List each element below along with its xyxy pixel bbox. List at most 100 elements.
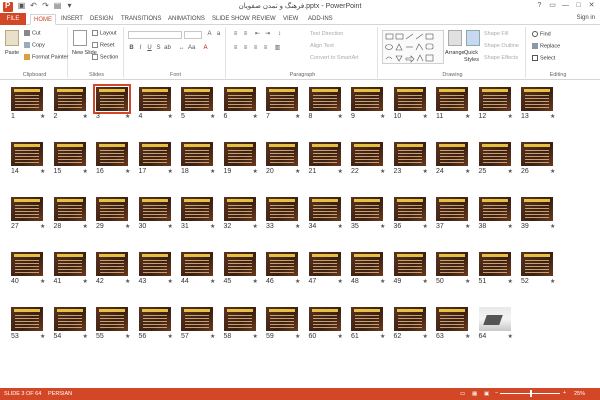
align-center-icon[interactable]: ≡ bbox=[242, 45, 249, 52]
maximize-icon[interactable]: □ bbox=[572, 0, 585, 12]
align-left-icon[interactable]: ≡ bbox=[232, 45, 239, 52]
slide-transition-star-icon[interactable]: ★ bbox=[423, 333, 428, 340]
slide-thumbnail[interactable] bbox=[223, 87, 256, 111]
slide-transition-star-icon[interactable]: ★ bbox=[210, 113, 215, 120]
slide-thumbnail[interactable] bbox=[308, 252, 341, 276]
find-button[interactable]: Find bbox=[532, 31, 551, 37]
slide-thumbnail[interactable] bbox=[181, 87, 213, 111]
section-button[interactable]: Section bbox=[92, 54, 118, 60]
slide-transition-star-icon[interactable]: ★ bbox=[40, 278, 45, 285]
layout-button[interactable]: Layout bbox=[92, 30, 117, 36]
slide-thumbnail[interactable] bbox=[478, 87, 511, 111]
slide-thumbnail[interactable] bbox=[93, 84, 131, 114]
increase-font-icon[interactable]: A bbox=[206, 31, 213, 38]
sign-in-link[interactable]: Sign in bbox=[577, 15, 595, 21]
shape-effects-button[interactable]: Shape Effects bbox=[484, 55, 518, 61]
slide-thumbnail[interactable] bbox=[53, 307, 86, 331]
slide-thumbnail[interactable] bbox=[11, 87, 43, 111]
slide-transition-star-icon[interactable]: ★ bbox=[295, 113, 300, 120]
quick-styles-button[interactable]: Quick Styles bbox=[464, 50, 486, 64]
slide-thumbnail[interactable] bbox=[308, 307, 341, 331]
slide-thumbnail[interactable] bbox=[138, 307, 171, 331]
slide-thumbnail[interactable] bbox=[351, 87, 383, 111]
slide-thumbnail[interactable] bbox=[393, 252, 426, 276]
tab-insert[interactable]: INSERT bbox=[61, 14, 83, 25]
slide-thumbnail[interactable] bbox=[266, 87, 298, 111]
slide-transition-star-icon[interactable]: ★ bbox=[210, 223, 215, 230]
slide-transition-star-icon[interactable]: ★ bbox=[253, 278, 258, 285]
slide-transition-star-icon[interactable]: ★ bbox=[40, 168, 45, 175]
slide-transition-star-icon[interactable]: ★ bbox=[423, 168, 428, 175]
slide-thumbnail[interactable] bbox=[96, 307, 128, 331]
justify-icon[interactable]: ≡ bbox=[262, 45, 269, 52]
slide-thumbnail[interactable] bbox=[181, 252, 213, 276]
slide-counter[interactable]: SLIDE 3 OF 64 bbox=[4, 391, 41, 397]
slide-thumbnail[interactable] bbox=[181, 142, 213, 166]
line-spacing-icon[interactable]: ↕ bbox=[276, 31, 283, 38]
slide-transition-star-icon[interactable]: ★ bbox=[168, 223, 173, 230]
slide-transition-star-icon[interactable]: ★ bbox=[338, 333, 343, 340]
tab-add-ins[interactable]: ADD-INS bbox=[308, 14, 333, 25]
slide-thumbnail[interactable] bbox=[138, 87, 171, 111]
tab-file[interactable]: FILE bbox=[0, 13, 26, 25]
slide-transition-star-icon[interactable]: ★ bbox=[295, 333, 300, 340]
slide-transition-star-icon[interactable]: ★ bbox=[253, 168, 258, 175]
slide-thumbnail[interactable] bbox=[351, 307, 383, 331]
char-spacing-icon[interactable]: ↔ bbox=[178, 45, 185, 52]
slide-transition-star-icon[interactable]: ★ bbox=[83, 333, 88, 340]
slide-transition-star-icon[interactable]: ★ bbox=[465, 278, 470, 285]
underline-icon[interactable]: U bbox=[146, 45, 153, 52]
slide-transition-star-icon[interactable]: ★ bbox=[125, 278, 130, 285]
slide-sorter-view-icon[interactable]: ▦ bbox=[472, 391, 477, 397]
paste-button[interactable]: Paste bbox=[5, 50, 19, 56]
slide-thumbnail[interactable] bbox=[96, 252, 128, 276]
slide-thumbnail[interactable] bbox=[53, 142, 86, 166]
slide-thumbnail[interactable] bbox=[138, 252, 171, 276]
normal-view-icon[interactable]: ▭ bbox=[460, 391, 465, 397]
slide-transition-star-icon[interactable]: ★ bbox=[508, 168, 513, 175]
paste-icon[interactable] bbox=[5, 30, 19, 46]
slide-thumbnail[interactable] bbox=[308, 197, 341, 221]
shape-fill-button[interactable]: Shape Fill bbox=[484, 31, 508, 37]
tab-slide-show[interactable]: SLIDE SHOW bbox=[212, 14, 250, 25]
close-icon[interactable]: ✕ bbox=[585, 0, 598, 12]
font-color-icon[interactable]: A bbox=[202, 45, 209, 52]
slide-transition-star-icon[interactable]: ★ bbox=[210, 168, 215, 175]
slide-transition-star-icon[interactable]: ★ bbox=[125, 168, 130, 175]
slide-thumbnail[interactable] bbox=[223, 142, 256, 166]
slide-transition-star-icon[interactable]: ★ bbox=[210, 333, 215, 340]
zoom-in-icon[interactable]: + bbox=[563, 390, 566, 396]
tab-animations[interactable]: ANIMATIONS bbox=[168, 14, 205, 25]
slide-thumbnail[interactable] bbox=[11, 307, 43, 331]
slide-thumbnail[interactable] bbox=[351, 252, 383, 276]
slide-transition-star-icon[interactable]: ★ bbox=[295, 223, 300, 230]
slide-transition-star-icon[interactable]: ★ bbox=[380, 223, 385, 230]
slide-transition-star-icon[interactable]: ★ bbox=[380, 333, 385, 340]
slide-thumbnail[interactable] bbox=[478, 197, 511, 221]
cut-button[interactable]: Cut bbox=[24, 30, 41, 36]
slide-thumbnail[interactable] bbox=[308, 87, 341, 111]
slide-transition-star-icon[interactable]: ★ bbox=[338, 168, 343, 175]
slide-thumbnail[interactable] bbox=[521, 252, 553, 276]
zoom-out-icon[interactable]: − bbox=[495, 390, 498, 396]
decrease-font-icon[interactable]: a bbox=[215, 31, 222, 38]
slide-thumbnail[interactable] bbox=[53, 197, 86, 221]
decrease-indent-icon[interactable]: ⇤ bbox=[254, 31, 261, 38]
slide-thumbnail[interactable] bbox=[138, 142, 171, 166]
slide-transition-star-icon[interactable]: ★ bbox=[380, 168, 385, 175]
columns-icon[interactable]: ▥ bbox=[274, 45, 281, 52]
slide-transition-star-icon[interactable]: ★ bbox=[125, 113, 130, 120]
slide-transition-star-icon[interactable]: ★ bbox=[550, 278, 555, 285]
copy-button[interactable]: Copy bbox=[24, 42, 45, 48]
slide-thumbnail[interactable] bbox=[393, 87, 426, 111]
slide-transition-star-icon[interactable]: ★ bbox=[83, 113, 88, 120]
slide-transition-star-icon[interactable]: ★ bbox=[423, 113, 428, 120]
bold-icon[interactable]: B bbox=[128, 45, 135, 52]
slide-transition-star-icon[interactable]: ★ bbox=[338, 278, 343, 285]
slide-transition-star-icon[interactable]: ★ bbox=[550, 168, 555, 175]
slide-transition-star-icon[interactable]: ★ bbox=[125, 223, 130, 230]
slide-thumbnail[interactable] bbox=[436, 87, 468, 111]
slide-transition-star-icon[interactable]: ★ bbox=[168, 168, 173, 175]
shape-outline-button[interactable]: Shape Outline bbox=[484, 43, 519, 49]
slide-thumbnail[interactable] bbox=[478, 307, 511, 331]
